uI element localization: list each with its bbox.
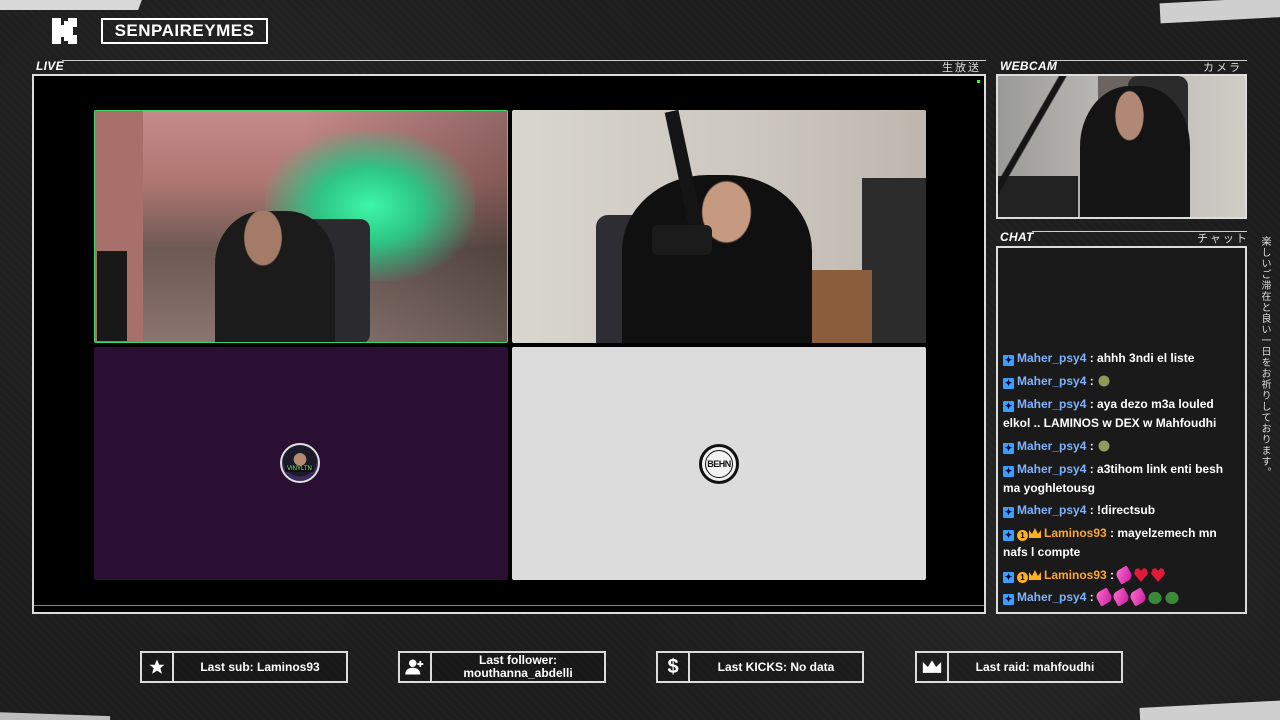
chat-text: :: [1089, 439, 1094, 453]
side-jp-text: 楽しいご滞在と良い一日をお祈りしております。: [1259, 236, 1270, 478]
pink-emote-icon: [1128, 587, 1148, 607]
video-tile-3[interactable]: VINYLTN: [94, 347, 508, 580]
last-follower-name: mouthanna_abdelli: [463, 666, 573, 680]
frog-emote-icon: [1164, 590, 1179, 604]
chat-username[interactable]: Maher_psy4: [1017, 439, 1086, 453]
kick-badge-icon: ✦: [1003, 594, 1014, 605]
chat-box[interactable]: ✦ Maher_psy4 : ahhh 3ndi el liste ✦ Maher_…: [996, 246, 1247, 614]
chat-message: ✦ Maher_psy4 :: [1003, 437, 1243, 456]
dollar-icon: $: [658, 653, 690, 681]
chat-username[interactable]: Maher_psy4: [1017, 351, 1086, 365]
participant-avatar: VINYLTN: [280, 443, 320, 483]
pink-emote-icon: [1111, 587, 1131, 607]
subscriber-badge-icon: 1: [1017, 530, 1028, 541]
chat-message: ✦ 1 Laminos93 : mayelzemech mn nafs l comp…: [1003, 524, 1243, 562]
star-icon: [142, 653, 174, 681]
live-jp-label: 生放送: [942, 62, 981, 74]
pink-emote-icon: [1094, 587, 1114, 607]
last-kicks-text: Last KICKS: No data: [717, 659, 835, 674]
live-video-frame: VINYLTN BEHN: [32, 74, 986, 614]
chat-username[interactable]: Maher_psy4: [1017, 590, 1086, 604]
kick-badge-icon: ✦: [1003, 355, 1014, 366]
chat-message: ✦ Maher_psy4 : a3tihom link enti besh ma …: [1003, 460, 1243, 498]
last-follower-box: Last follower: mouthanna_abdelli: [398, 651, 606, 683]
chat-message: ✦ 1 Laminos93 :: [1003, 565, 1243, 585]
kick-badge-icon: ✦: [1003, 378, 1014, 389]
chat-text: : !directsub: [1089, 503, 1156, 517]
decor-strip-top-left: [0, 0, 142, 10]
live-indicator: [977, 80, 980, 83]
heart-emote-icon: [1134, 568, 1149, 582]
participant-video: [215, 211, 335, 342]
last-raid-text: Last raid: mahfoudhi: [975, 659, 1095, 674]
participant-video: [622, 175, 812, 343]
kick-badge-icon: ✦: [1003, 530, 1014, 541]
chat-label: CHAT: [1000, 230, 1034, 244]
last-kicks-box: $ Last KICKS: No data: [656, 651, 864, 683]
video-tile-2[interactable]: [512, 110, 926, 343]
kick-badge-icon: ✦: [1003, 401, 1014, 412]
kick-badge-icon: ✦: [1003, 443, 1014, 454]
microphone: [652, 225, 712, 255]
chat-text: :: [1089, 374, 1094, 388]
chat-message: ✦ Maher_psy4 : !directsub: [1003, 501, 1243, 520]
frog-emote-icon: [1147, 590, 1162, 604]
webcam-video: [996, 74, 1247, 219]
chat-text: :: [1110, 568, 1115, 582]
video-tile-1[interactable]: [94, 110, 508, 343]
chat-text: :: [1089, 590, 1094, 604]
chat-username[interactable]: Maher_psy4: [1017, 503, 1086, 517]
chat-message: ✦ Maher_psy4 : ahhh 3ndi el liste: [1003, 349, 1243, 368]
user-add-icon: [400, 653, 432, 681]
kick-badge-icon: ✦: [1003, 466, 1014, 477]
heart-emote-icon: [1151, 568, 1166, 582]
kick-logo-icon: [52, 18, 78, 44]
last-sub-box: Last sub: Laminos93: [140, 651, 348, 683]
chat-username[interactable]: Maher_psy4: [1017, 374, 1086, 388]
live-header-line: [62, 60, 986, 61]
kick-badge-icon: ✦: [1003, 572, 1014, 583]
crown-badge-icon: [1029, 528, 1041, 538]
chat-username[interactable]: Maher_psy4: [1017, 397, 1086, 411]
video-tile-4[interactable]: BEHN: [512, 347, 926, 580]
chat-username[interactable]: Laminos93: [1044, 526, 1107, 540]
webcam-jp-label: カメラ: [1203, 62, 1242, 74]
kick-badge-icon: ✦: [1003, 507, 1014, 518]
chat-text: : ahhh 3ndi el liste: [1089, 351, 1195, 365]
chat-message: ✦ Maher_psy4 : aya dezo m3a louled elkol …: [1003, 395, 1243, 433]
crown-icon: [917, 653, 949, 681]
last-raid-box: Last raid: mahfoudhi: [915, 651, 1123, 683]
chat-username[interactable]: Maher_psy4: [1017, 462, 1086, 476]
last-sub-text: Last sub: Laminos93: [200, 659, 320, 674]
webcam-label: WEBCAM: [1000, 59, 1058, 73]
live-label: LIVE: [36, 59, 64, 73]
chat-message: ✦ Maher_psy4 :: [1003, 587, 1243, 607]
crown-badge-icon: [1029, 570, 1041, 580]
avatar-badge: VINYLTN: [285, 466, 314, 472]
cat-emote-icon: [1096, 439, 1111, 453]
cat-emote-icon: [1096, 374, 1111, 388]
chat-jp-label: チャット: [1197, 233, 1249, 245]
channel-name: SENPAIREYMES: [101, 18, 268, 44]
chat-username[interactable]: Laminos93: [1044, 568, 1107, 582]
chat-message: ✦ Maher_psy4 :: [1003, 372, 1243, 391]
participant-logo: BEHN: [699, 444, 739, 484]
pink-emote-icon: [1114, 565, 1134, 585]
subscriber-badge-icon: 1: [1017, 572, 1028, 583]
